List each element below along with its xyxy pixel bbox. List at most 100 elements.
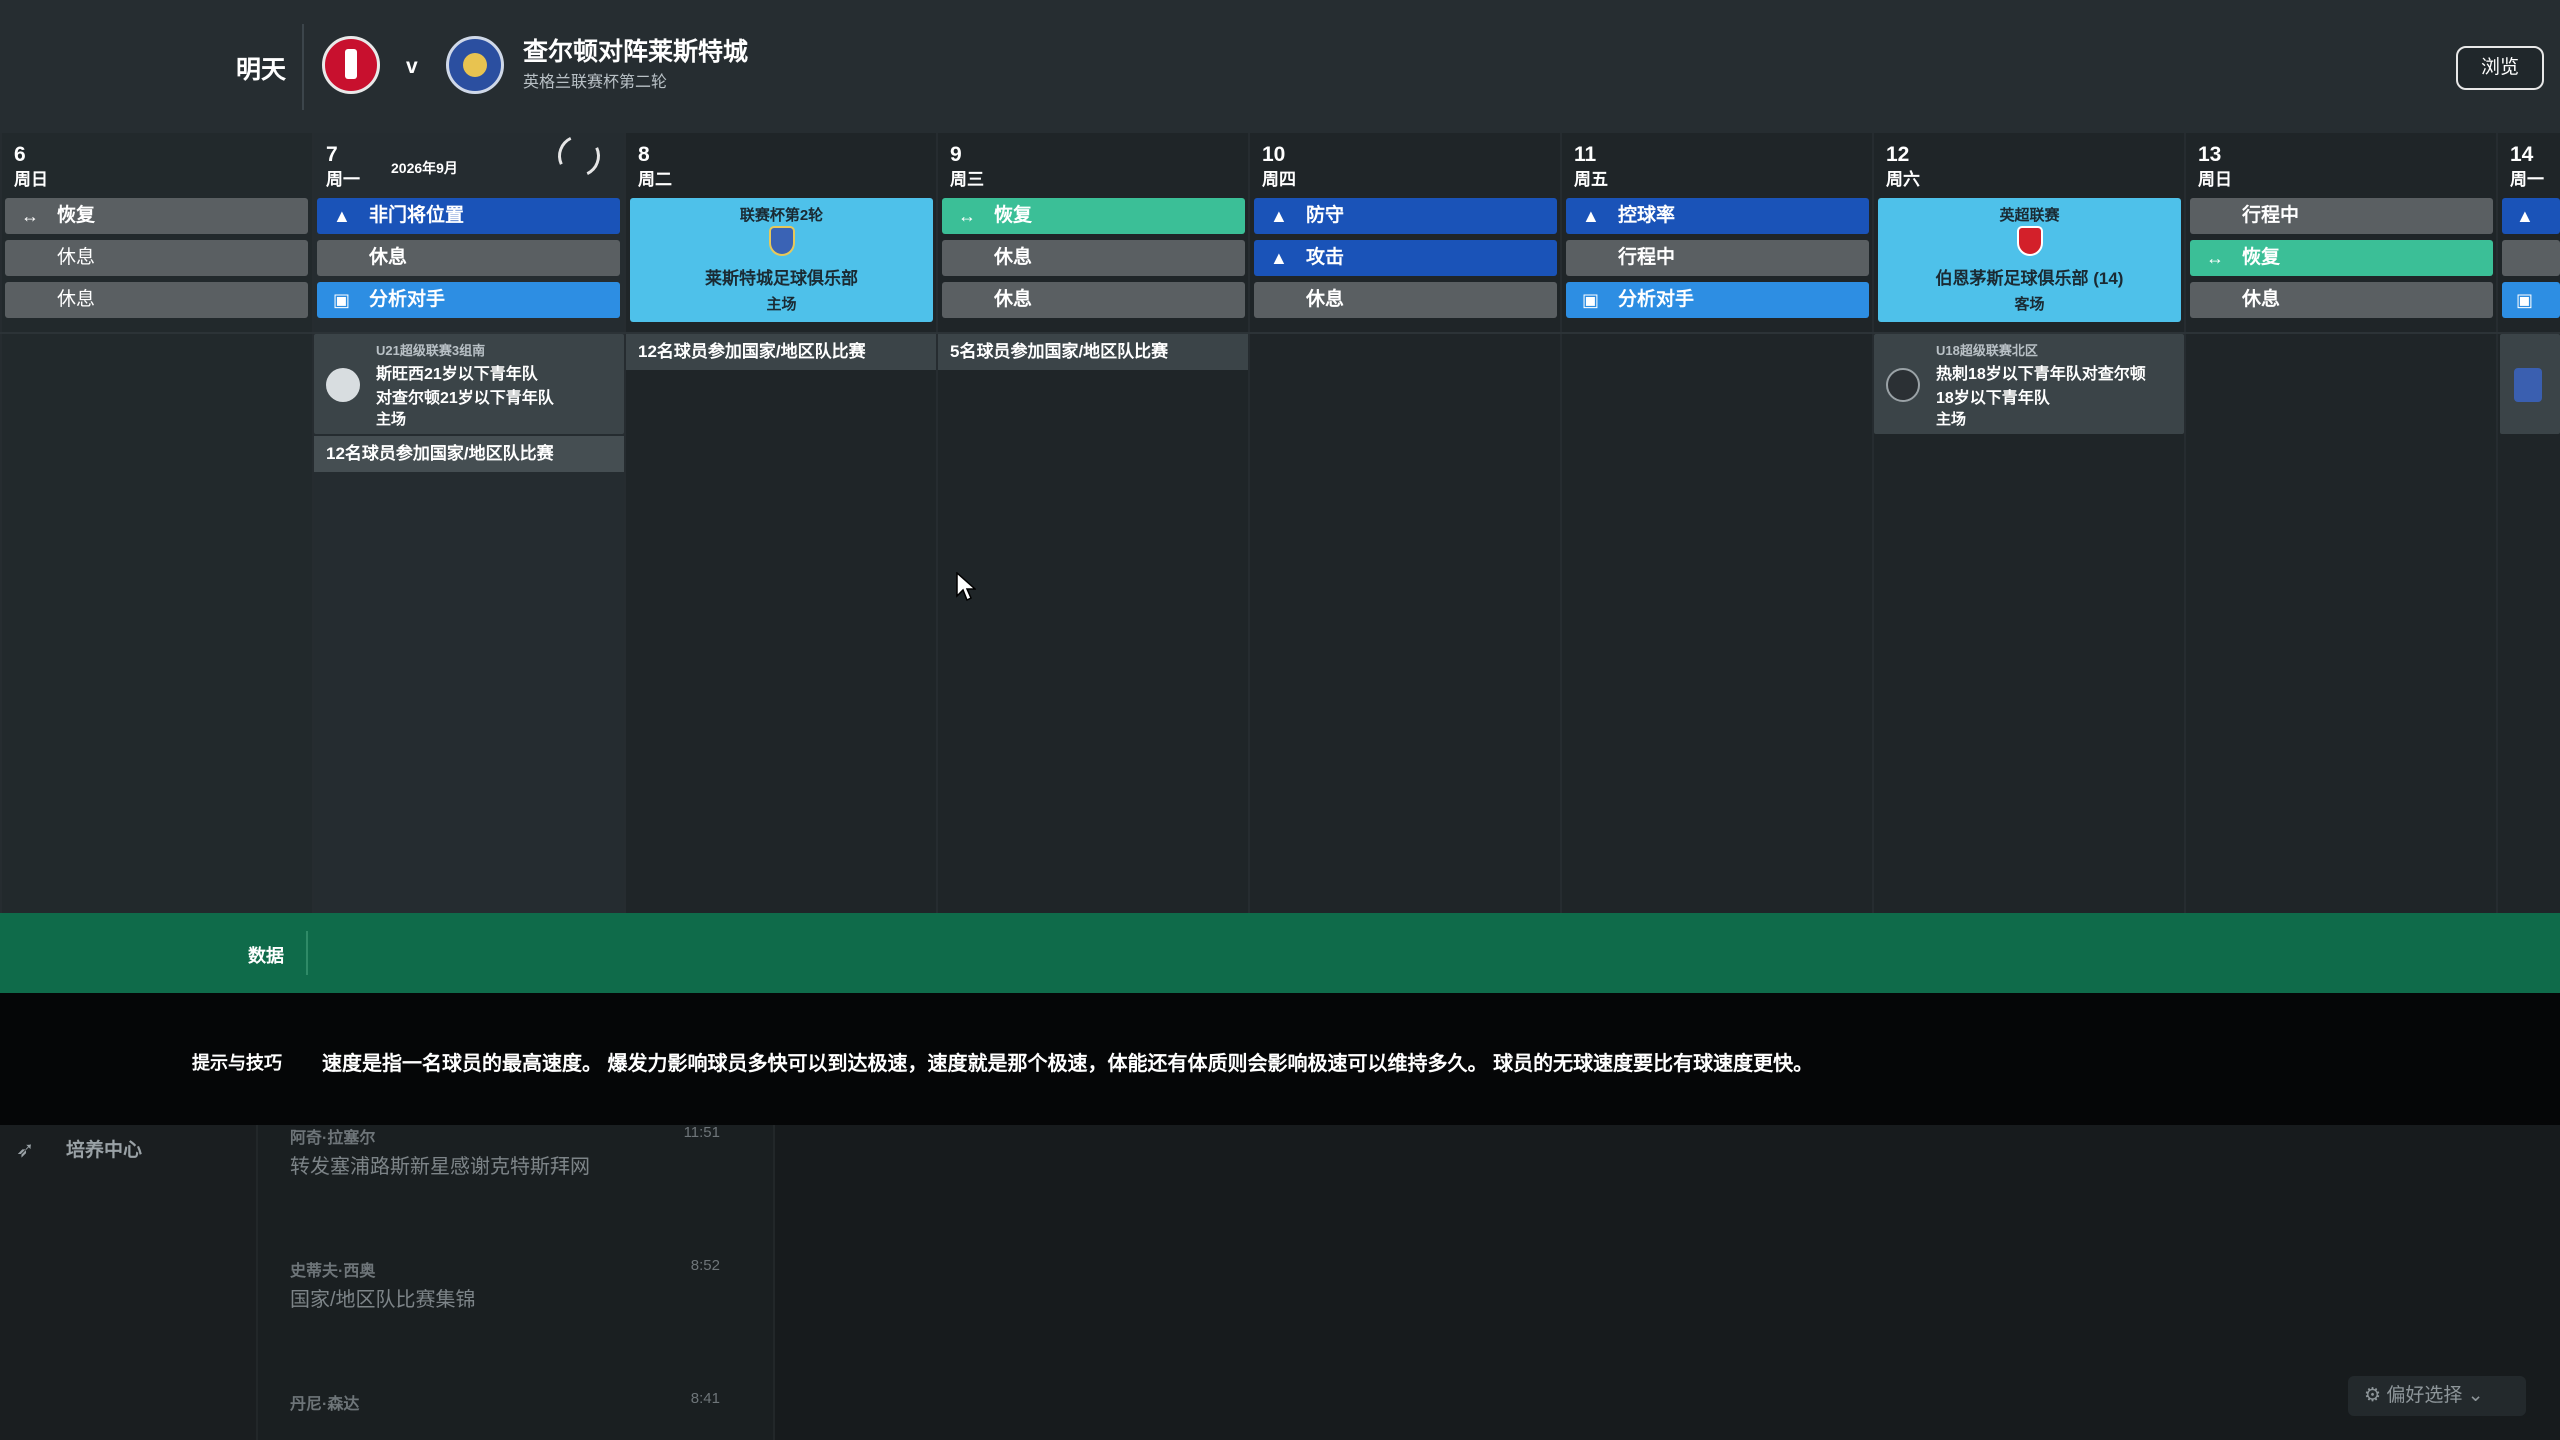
fixture-line: 18岁以下青年队 [1936,390,2050,407]
day-number: 14 [2510,143,2534,166]
mouse-cursor-icon [956,572,976,602]
session-slot[interactable]: ▣ 分析对手 [1566,282,1869,318]
session-slot[interactable]: ▣ 分析对手 [317,282,620,318]
message-subject: 转发塞浦路斯新星感谢克特斯拜网 [290,1156,590,1178]
session-slot[interactable]: 休息 [317,240,620,276]
tottenham-crest-icon [1886,368,1920,402]
message-subject: 国家/地区队比赛集锦 [290,1289,476,1311]
gear-icon: ⚙ [2364,1385,2382,1406]
match-card[interactable]: 联赛杯第2轮 莱斯特城足球俱乐部 主场 [630,198,933,322]
session-slot[interactable]: 行程中 [2190,198,2493,234]
session-slot[interactable]: ▲ 攻击 [1254,240,1557,276]
message-time: 8:41 [690,1390,720,1407]
day-number: 6 [14,143,26,166]
session-slot[interactable]: ↔ 恢复 [942,198,1245,234]
day-weekday: 周三 [950,170,984,189]
recovery-icon: ↔ [958,206,976,226]
ipswich-crest-icon [2514,368,2542,402]
day-weekday: 周二 [638,170,672,189]
session-slot[interactable]: ↔ 恢复 [2190,240,2493,276]
fixture-line: 斯旺西21岁以下青年队 [376,366,538,383]
session-slot[interactable]: ▲ 控球率 [1566,198,1869,234]
fixture-venue: 主场 [376,411,407,428]
training-icon: ▲ [333,206,351,226]
day-weekday: 周四 [1262,170,1296,189]
fixture-competition: U18超级联赛北区 [1936,343,2038,358]
leicester-badge-icon [769,226,795,256]
match-title[interactable]: 查尔顿对阵莱斯特城 [523,32,748,68]
match-opponent: 莱斯特城足球俱乐部 [705,269,858,288]
session-slot[interactable]: 休息 [2190,282,2493,318]
tips-text: 速度是指一名球员的最高速度。 爆发力影响球员多快可以到达极速，速度就是那个极速，… [322,1053,1814,1075]
session-slot[interactable]: ▲ 防守 [1254,198,1557,234]
data-tab[interactable]: 数据 [248,942,284,968]
match-header [0,0,2560,133]
preferences-button[interactable]: ⚙ 偏好选择 ⌄ [2348,1376,2526,1416]
youth-fixture-card[interactable]: U18超级联赛北区 热刺18岁以下青年队对查尔顿 18岁以下青年队 主场 [1874,334,2184,434]
training-icon: ▲ [1582,206,1600,226]
session-slot[interactable]: ▲ [2502,198,2560,234]
day-number: 13 [2198,143,2222,166]
day-number: 12 [1886,143,1910,166]
fixture-line: 对查尔顿21岁以下青年队 [376,390,554,407]
international-duty-bar[interactable]: 5名球员参加国家/地区队比赛 [938,334,1248,370]
chevron-down-icon: ⌄ [2467,1385,2484,1406]
training-icon: ▲ [1270,248,1288,268]
fixture-venue: 主场 [1936,411,1967,428]
data-panel-header [0,913,2560,993]
recovery-icon: ↔ [21,206,39,226]
youth-fixture-card[interactable]: U21超级联赛3组南 斯旺西21岁以下青年队 对查尔顿21岁以下青年队 主场 [314,334,624,434]
session-slot[interactable]: 休息 [1254,282,1557,318]
browse-button[interactable]: 浏览 [2456,46,2544,90]
day-number: 8 [638,143,650,166]
international-duty-bar[interactable]: 12名球员参加国家/地区队比赛 [626,334,936,370]
youth-fixture-card[interactable] [2500,334,2560,434]
day-weekday: 周五 [1574,170,1608,189]
session-slot[interactable]: 休息 [5,240,308,276]
day-number: 10 [1262,143,1286,166]
message-sender: 阿奇·拉塞尔 [290,1130,376,1147]
day-weekday: 周一 [2510,170,2544,189]
report-icon: ▣ [2516,290,2534,310]
charlton-crest-icon[interactable] [322,36,380,94]
day-weekday: 周六 [1886,170,1920,189]
message-time: 8:52 [690,1257,720,1274]
session-slot[interactable]: 休息 [5,282,308,318]
day-number: 11 [1574,143,1597,166]
international-duty-bar[interactable]: 12名球员参加国家/地区队比赛 [314,436,624,472]
match-competition: 英超联赛 [1999,207,2060,224]
leicester-crest-icon[interactable] [446,36,504,94]
inbox-category[interactable]: 培养中心 [66,1135,142,1162]
recovery-icon: ↔ [2206,248,2224,268]
match-competition: 联赛杯第2轮 [739,207,824,224]
day-number: 7 [326,143,338,166]
report-icon: ▣ [333,290,351,310]
session-slot[interactable]: 休息 [942,240,1245,276]
session-slot[interactable]: ▣ [2502,282,2560,318]
versus-label: v [406,55,418,78]
inbox-sidebar [0,1125,258,1440]
data-divider [306,931,308,975]
month-label: 2026年9月 [391,160,458,176]
day-weekday: 周日 [2198,170,2232,189]
match-card[interactable]: 英超联赛 伯恩茅斯足球俱乐部 (14) 客场 [1878,198,2181,322]
fixture-line: 热刺18岁以下青年队对查尔顿 [1936,366,2146,383]
session-slot[interactable]: ↔ 恢复 [5,198,308,234]
day-number: 9 [950,143,962,166]
inbox-message[interactable]: 丹尼·森达 8:41 [290,1390,720,1430]
header-divider [302,24,304,110]
session-slot[interactable]: 行程中 [1566,240,1869,276]
match-opponent: 伯恩茅斯足球俱乐部 (14) [1935,269,2124,288]
match-day-label: 明天 [236,56,287,84]
message-time: 11:51 [683,1124,720,1141]
tips-label: 提示与技巧 [192,1053,282,1073]
training-icon: ▲ [1270,206,1288,226]
preferences-label: 偏好选择 [2386,1385,2463,1406]
session-slot[interactable] [2502,240,2560,276]
message-sender: 史蒂夫·西奥 [290,1263,376,1280]
inbox-message[interactable]: 史蒂夫·西奥 8:52 国家/地区队比赛集锦 [290,1257,720,1357]
session-slot[interactable]: 休息 [942,282,1245,318]
inbox-message[interactable]: 阿奇·拉塞尔 11:51 转发塞浦路斯新星感谢克特斯拜网 [290,1124,720,1224]
report-icon: ▣ [1582,290,1600,310]
session-slot[interactable]: ▲ 非门将位置 [317,198,620,234]
